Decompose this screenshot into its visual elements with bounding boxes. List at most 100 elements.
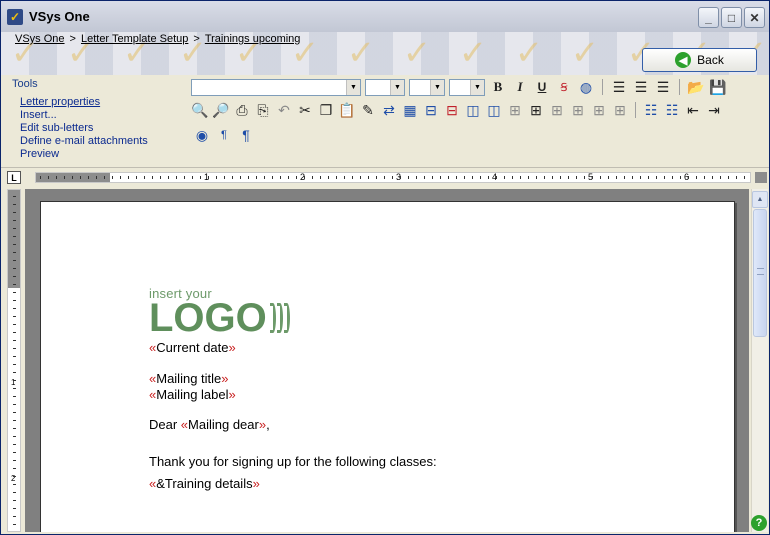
- insert-field-icon[interactable]: ◉: [193, 126, 211, 144]
- cell-properties-icon[interactable]: ⊞: [611, 101, 629, 119]
- chevron-down-icon: ▼: [346, 79, 360, 95]
- align-right-icon[interactable]: ☰: [654, 78, 672, 96]
- style-select[interactable]: ▼: [191, 78, 361, 96]
- body-paragraph[interactable]: Thank you for signing up for the followi…: [149, 454, 437, 469]
- document-area[interactable]: insert your LOGO «Current date» «Mailing…: [25, 189, 749, 532]
- ruler-tick: [13, 204, 16, 205]
- strikethrough-icon[interactable]: Ꞩ: [555, 78, 573, 96]
- tools-link-define-email-attachments[interactable]: Define e-mail attachments: [20, 135, 148, 148]
- insert-row-below-icon[interactable]: ⊟: [443, 101, 461, 119]
- save-icon[interactable]: 💾: [709, 78, 727, 96]
- increase-indent-icon[interactable]: ⇥: [705, 101, 723, 119]
- back-button[interactable]: ◀ Back: [642, 48, 757, 72]
- ruler-tick: [13, 244, 16, 245]
- ruler-tick: [224, 176, 225, 179]
- table-properties-icon[interactable]: ⊞: [590, 101, 608, 119]
- ruler-tick: [64, 176, 65, 179]
- color-select[interactable]: ▼: [449, 78, 485, 96]
- ruler-tick: [13, 460, 16, 461]
- ruler-tick: [192, 176, 193, 179]
- table-grid-icon[interactable]: ⊞: [527, 101, 545, 119]
- insert-column-left-icon[interactable]: ◫: [464, 101, 482, 119]
- breadcrumb-letter-template-setup[interactable]: Letter Template Setup: [81, 33, 188, 45]
- insert-column-right-icon[interactable]: ◫: [485, 101, 503, 119]
- globe-icon[interactable]: ◍: [577, 78, 595, 96]
- tools-link-preview[interactable]: Preview: [20, 148, 148, 161]
- ruler-tick: [656, 176, 657, 179]
- vertical-scrollbar[interactable]: ▲: [751, 189, 768, 532]
- chevron-down-icon: ▼: [430, 79, 444, 95]
- scrollbar-thumb[interactable]: [753, 209, 767, 337]
- ruler-tick: [496, 176, 497, 179]
- split-cells-icon[interactable]: ⊞: [569, 101, 587, 119]
- ruler-tick: [208, 176, 209, 179]
- tools-link-edit-sub-letters[interactable]: Edit sub-letters: [20, 122, 148, 135]
- copy-icon[interactable]: ❐: [317, 101, 335, 119]
- logo-big-text: LOGO: [149, 298, 290, 338]
- salutation-line[interactable]: Dear «Mailing dear»,: [149, 417, 270, 432]
- delete-cells-icon[interactable]: ⊞: [506, 101, 524, 119]
- salutation-suffix: ,: [266, 417, 270, 432]
- maximize-icon[interactable]: □: [721, 7, 742, 28]
- font-select[interactable]: ▼: [365, 78, 405, 96]
- field-marker-close: »: [252, 476, 260, 491]
- open-folder-icon[interactable]: 📂: [687, 78, 705, 96]
- tab-stop-selector[interactable]: L: [7, 171, 21, 184]
- merge-cells-icon[interactable]: ⊞: [548, 101, 566, 119]
- toolbar-separator: [679, 79, 680, 95]
- field-current-date[interactable]: «Current date»: [149, 340, 236, 355]
- align-left-icon[interactable]: ☰: [610, 78, 628, 96]
- insert-row-above-icon[interactable]: ⊟: [422, 101, 440, 119]
- ruler-tick: [13, 268, 16, 269]
- print-icon[interactable]: ⎙: [233, 101, 251, 119]
- close-icon[interactable]: ✕: [744, 7, 765, 28]
- ruler-tick: [440, 176, 441, 179]
- ruler-tick: [600, 176, 601, 179]
- document-page[interactable]: insert your LOGO «Current date» «Mailing…: [40, 201, 735, 532]
- breadcrumb-trainings-upcoming[interactable]: Trainings upcoming: [205, 33, 301, 45]
- underline-button[interactable]: U: [533, 78, 551, 96]
- breadcrumb-vsys-one[interactable]: VSys One: [15, 33, 65, 45]
- zoom-in-icon[interactable]: 🔍: [191, 101, 209, 119]
- ruler-tick: [744, 176, 745, 179]
- print-preview-icon[interactable]: ⎘: [254, 101, 272, 119]
- cut-icon[interactable]: ✂: [296, 101, 314, 119]
- decrease-indent-icon[interactable]: ⇤: [684, 101, 702, 119]
- field-marker-open: «: [180, 417, 189, 432]
- find-replace-icon[interactable]: ⇄: [380, 101, 398, 119]
- scroll-up-icon[interactable]: ▲: [752, 191, 768, 208]
- minimize-icon[interactable]: _: [698, 7, 719, 28]
- banner-chevron-icon: ✓: [458, 34, 488, 72]
- ruler-tick: [13, 500, 16, 501]
- ruler-tick: [13, 444, 16, 445]
- bold-button[interactable]: B: [489, 78, 507, 96]
- paste-icon[interactable]: 📋: [338, 101, 356, 119]
- field-mailing-title[interactable]: «Mailing title»: [149, 371, 229, 386]
- field-marker-close: »: [221, 371, 229, 386]
- insert-table-icon[interactable]: ▦: [401, 101, 419, 119]
- ruler-tick: [13, 476, 16, 477]
- ruler-tick: [13, 380, 16, 381]
- field-training-details[interactable]: «&Training details»: [149, 476, 260, 491]
- ruler-tick: [176, 176, 177, 179]
- tools-link-insert[interactable]: Insert...: [20, 109, 148, 122]
- field-mailing-label[interactable]: «Mailing label»: [149, 387, 236, 402]
- chevron-down-icon: ▼: [390, 79, 404, 95]
- show-hidden-icon[interactable]: ¶: [215, 126, 233, 144]
- ruler-tick: [424, 176, 425, 179]
- format-painter-icon[interactable]: ✎: [359, 101, 377, 119]
- italic-button[interactable]: I: [511, 78, 529, 96]
- ruler-tick: [13, 404, 16, 405]
- zoom-out-icon[interactable]: 🔎: [212, 101, 230, 119]
- numbered-list-icon[interactable]: ☷: [663, 101, 681, 119]
- help-icon[interactable]: ?: [751, 515, 767, 531]
- align-center-icon[interactable]: ☰: [632, 78, 650, 96]
- ruler-tick: [592, 176, 593, 179]
- ruler-tick: [584, 176, 585, 179]
- tools-link-letter-properties[interactable]: Letter properties: [20, 96, 148, 109]
- bullet-list-icon[interactable]: ☷: [642, 101, 660, 119]
- paragraph-marks-icon[interactable]: ¶: [237, 126, 255, 144]
- salutation-prefix: Dear: [149, 417, 181, 432]
- font-size-select[interactable]: ▼: [409, 78, 445, 96]
- undo-icon[interactable]: ↶: [275, 101, 293, 119]
